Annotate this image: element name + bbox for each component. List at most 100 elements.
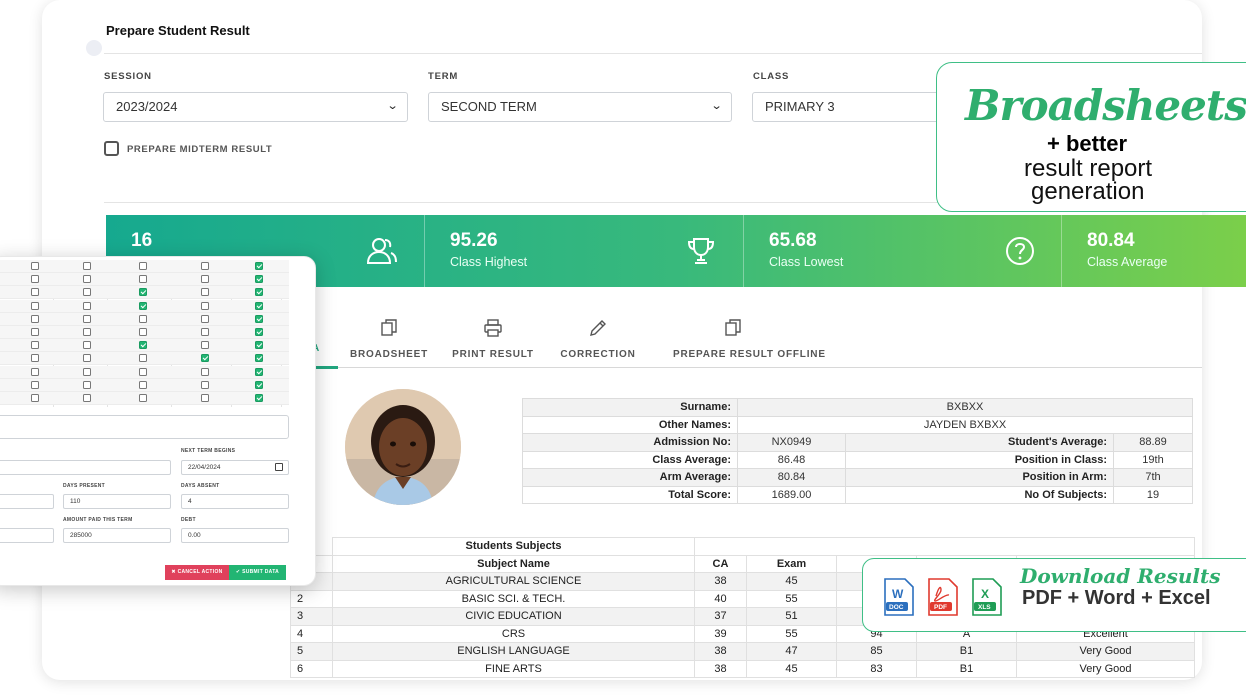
- attendance-checkbox[interactable]: [83, 354, 91, 363]
- attendance-checkbox[interactable]: [83, 341, 91, 350]
- col-header-exam: Exam: [746, 554, 837, 573]
- attendance-checkbox[interactable]: [255, 301, 263, 310]
- stat-card-lowest: 65.68 Class Lowest: [744, 215, 1062, 287]
- attendance-checkbox[interactable]: [201, 275, 209, 284]
- class-average-value: 86.48: [737, 450, 846, 469]
- attendance-checkbox[interactable]: [255, 367, 263, 376]
- attendance-checkbox[interactable]: [201, 354, 209, 363]
- attendance-checkbox[interactable]: [139, 301, 147, 310]
- attendance-checkbox[interactable]: [139, 288, 147, 297]
- attendance-checkbox[interactable]: [31, 367, 39, 376]
- days-absent-input[interactable]: 4: [181, 494, 289, 509]
- attendance-checkbox[interactable]: [31, 275, 39, 284]
- attendance-checkbox[interactable]: [255, 394, 263, 402]
- tab-print-result[interactable]: PRINT RESULT: [433, 318, 553, 362]
- attendance-checkbox[interactable]: [201, 328, 209, 336]
- attendance-checkbox[interactable]: [83, 288, 91, 297]
- debt-input[interactable]: 0.00: [181, 528, 289, 543]
- grid-row: [0, 273, 289, 287]
- amount-paid-label: AMOUNT PAID THIS TERM: [63, 517, 133, 523]
- attendance-checkbox[interactable]: [255, 314, 263, 323]
- tab-correction[interactable]: CORRECTION: [538, 318, 658, 362]
- attendance-checkbox[interactable]: [139, 394, 147, 402]
- attendance-checkbox[interactable]: [83, 380, 91, 389]
- attendance-checkbox[interactable]: [31, 314, 39, 323]
- promo-better-text: + better: [1047, 131, 1128, 156]
- midterm-checkbox[interactable]: [104, 141, 119, 156]
- attendance-checkbox[interactable]: [139, 354, 147, 363]
- attendance-checkbox[interactable]: [139, 262, 147, 270]
- attendance-checkbox[interactable]: [31, 380, 39, 389]
- attendance-checkbox[interactable]: [201, 262, 209, 270]
- attendance-checkbox[interactable]: [201, 341, 209, 350]
- attendance-checkbox[interactable]: [255, 262, 263, 270]
- attendance-checkbox[interactable]: [83, 301, 91, 310]
- attendance-checkbox[interactable]: [83, 367, 91, 376]
- comment-textarea[interactable]: [0, 415, 289, 439]
- grid-row: [0, 326, 289, 339]
- attendance-checkbox[interactable]: [83, 394, 91, 402]
- attendance-checkbox[interactable]: [201, 367, 209, 376]
- grid-row: [0, 365, 289, 379]
- promo-download-formats: PDF + Word + Excel: [1022, 587, 1211, 609]
- attendance-checkbox[interactable]: [31, 394, 39, 402]
- attendance-checkbox[interactable]: [139, 367, 147, 376]
- attendance-checkbox[interactable]: [139, 275, 147, 284]
- attendance-checkbox[interactable]: [201, 288, 209, 297]
- term-select[interactable]: SECOND TERM ⌄: [428, 92, 732, 122]
- attendance-checkbox[interactable]: [201, 314, 209, 323]
- subject-exam: 45: [746, 572, 837, 591]
- input-field[interactable]: [0, 494, 54, 509]
- attendance-checkbox[interactable]: [201, 394, 209, 402]
- table-row: Total Score: 1689.00 No Of Subjects: 19: [522, 485, 1193, 504]
- attendance-checkbox[interactable]: [83, 262, 91, 270]
- attendance-checkbox[interactable]: [83, 275, 91, 284]
- subject-name: BASIC SCI. & TECH.: [332, 589, 695, 608]
- cancel-action-button[interactable]: ✖ CANCEL ACTION: [165, 565, 229, 580]
- class-select[interactable]: PRIMARY 3: [752, 92, 942, 122]
- attendance-checkbox[interactable]: [31, 341, 39, 350]
- attendance-checkbox[interactable]: [255, 380, 263, 389]
- attendance-checkbox[interactable]: [255, 288, 263, 297]
- sidebar-toggle[interactable]: [86, 40, 102, 56]
- table-row: Surname: BXBXX: [522, 398, 1193, 417]
- col-header-ca: CA: [694, 554, 747, 573]
- attendance-checkbox[interactable]: [31, 328, 39, 336]
- subject-name: CIVIC EDUCATION: [332, 607, 695, 626]
- attendance-checkbox[interactable]: [83, 314, 91, 323]
- attendance-checkbox[interactable]: [139, 314, 147, 323]
- num-subjects-value: 19: [1113, 485, 1193, 504]
- amount-paid-input[interactable]: 285000: [63, 528, 171, 543]
- attendance-checkbox[interactable]: [255, 328, 263, 336]
- attendance-checkbox[interactable]: [31, 354, 39, 363]
- tab-broadsheet[interactable]: BROADSHEET: [329, 318, 449, 362]
- attendance-checkbox[interactable]: [255, 354, 263, 363]
- subject-name: ENGLISH LANGUAGE: [332, 642, 695, 661]
- attendance-checkbox[interactable]: [201, 301, 209, 310]
- question-circle-icon: [1006, 237, 1034, 265]
- input-field[interactable]: [0, 528, 54, 543]
- days-present-input[interactable]: 110: [63, 494, 171, 509]
- input-field[interactable]: [0, 460, 171, 475]
- submit-data-button[interactable]: ✔ SUBMIT DATA: [229, 565, 286, 580]
- other-names-label: Other Names:: [522, 415, 738, 434]
- admission-label: Admission No:: [522, 433, 738, 452]
- attendance-checkbox[interactable]: [255, 341, 263, 350]
- tab-prepare-offline[interactable]: PREPARE RESULT OFFLINE: [673, 318, 825, 362]
- attendance-checkbox[interactable]: [31, 301, 39, 310]
- subject-exam: 45: [746, 659, 837, 678]
- attendance-checkbox[interactable]: [139, 380, 147, 389]
- attendance-checkbox[interactable]: [31, 262, 39, 270]
- attendance-checkbox[interactable]: [139, 341, 147, 350]
- session-select[interactable]: 2023/2024 ⌄: [103, 92, 408, 122]
- table-row: Other Names: JAYDEN BXBXX: [522, 415, 1193, 434]
- attendance-checkbox[interactable]: [139, 328, 147, 336]
- attendance-checkbox[interactable]: [201, 380, 209, 389]
- calendar-icon[interactable]: [275, 463, 283, 471]
- attendance-checkbox[interactable]: [83, 328, 91, 336]
- attendance-checkbox[interactable]: [255, 275, 263, 284]
- attendance-checkbox[interactable]: [31, 288, 39, 297]
- next-term-date-input[interactable]: 22/04/2024: [181, 460, 289, 475]
- days-present-value: 110: [70, 498, 81, 505]
- subject-grade: B1: [916, 642, 1017, 661]
